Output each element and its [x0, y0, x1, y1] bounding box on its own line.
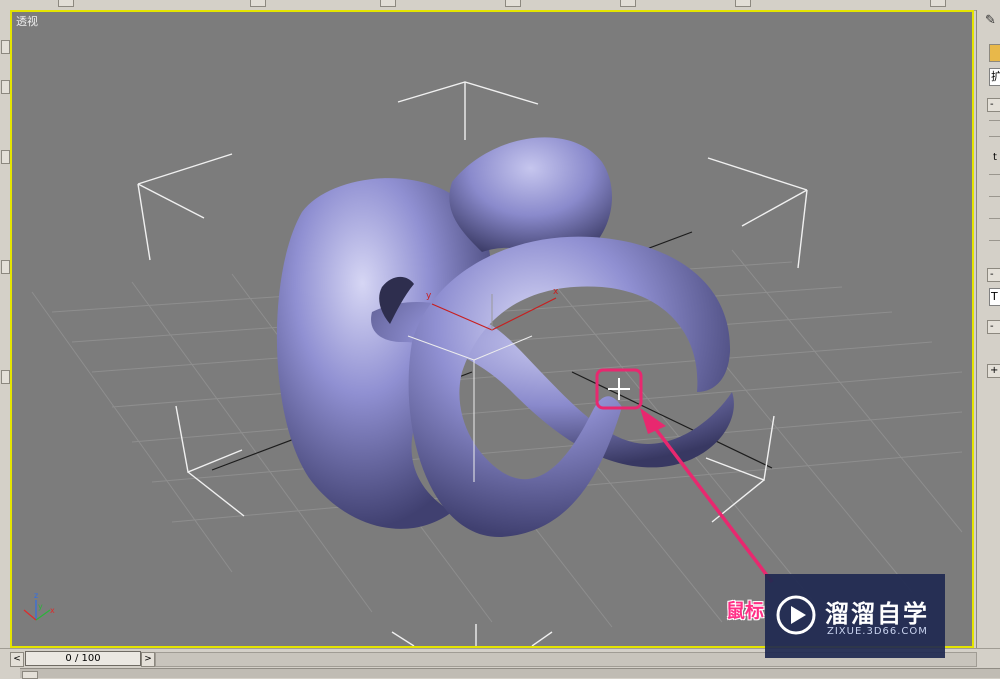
toolbar-button[interactable] — [250, 0, 266, 7]
object-type-dropdown[interactable]: 扩 — [989, 68, 1000, 86]
perspective-viewport[interactable]: 透视 y x z y x — [10, 10, 974, 648]
rollout-toggle-2[interactable]: - — [987, 268, 1000, 282]
watermark-overlay: 溜溜自学 ZIXUE.3D66.COM — [765, 574, 945, 658]
left-tool-button[interactable] — [1, 80, 10, 94]
left-tool-button[interactable] — [1, 150, 10, 164]
panel-divider — [989, 196, 1000, 197]
rollout-toggle-4[interactable]: + — [987, 364, 1000, 378]
track-bar-button[interactable] — [22, 671, 38, 679]
svg-text:y: y — [426, 291, 432, 301]
axis-label-y: y — [38, 602, 43, 611]
track-bar[interactable] — [20, 668, 1000, 678]
command-panel: ✎ 扩 - t - T - + — [976, 10, 1000, 650]
rollout-label: t — [993, 152, 997, 163]
play-logo-icon — [776, 595, 816, 635]
left-tool-button[interactable] — [1, 260, 10, 274]
panel-divider — [989, 120, 1000, 121]
panel-divider — [989, 136, 1000, 137]
toolbar-button[interactable] — [620, 0, 636, 7]
left-tool-button[interactable] — [1, 40, 10, 54]
time-next-button[interactable]: > — [141, 652, 155, 667]
watermark-title: 溜溜自学 — [825, 600, 929, 628]
axis-label-x: x — [50, 606, 55, 615]
caption-text: 鼠标 — [726, 600, 765, 622]
panel-divider — [989, 240, 1000, 241]
rollout-toggle-3[interactable]: - — [987, 320, 1000, 334]
panel-divider — [989, 218, 1000, 219]
watermark-subtitle: ZIXUE.3D66.COM — [827, 626, 928, 637]
torus-knot-object — [276, 137, 734, 538]
axis-tripod — [23, 600, 51, 621]
toolbar-button[interactable] — [930, 0, 946, 7]
viewport-scene: y x z y x — [23, 81, 963, 646]
toolbar-button[interactable] — [735, 0, 751, 7]
panel-divider — [989, 174, 1000, 175]
time-prev-button[interactable]: < — [10, 652, 24, 667]
toolbar-button[interactable] — [505, 0, 521, 7]
toolbar-button[interactable] — [380, 0, 396, 7]
name-field[interactable]: T — [989, 288, 1000, 306]
svg-text:x: x — [553, 287, 559, 297]
knot-front-arch — [408, 236, 731, 538]
time-slider-thumb[interactable]: 0 / 100 — [25, 651, 141, 666]
create-panel-icon[interactable]: ✎ — [985, 14, 999, 28]
toolbar-button[interactable] — [58, 0, 74, 7]
axis-label-z: z — [34, 591, 38, 600]
geometry-category-icon[interactable] — [989, 44, 1000, 62]
left-tool-button[interactable] — [1, 370, 10, 384]
rollout-toggle-1[interactable]: - — [987, 98, 1000, 112]
